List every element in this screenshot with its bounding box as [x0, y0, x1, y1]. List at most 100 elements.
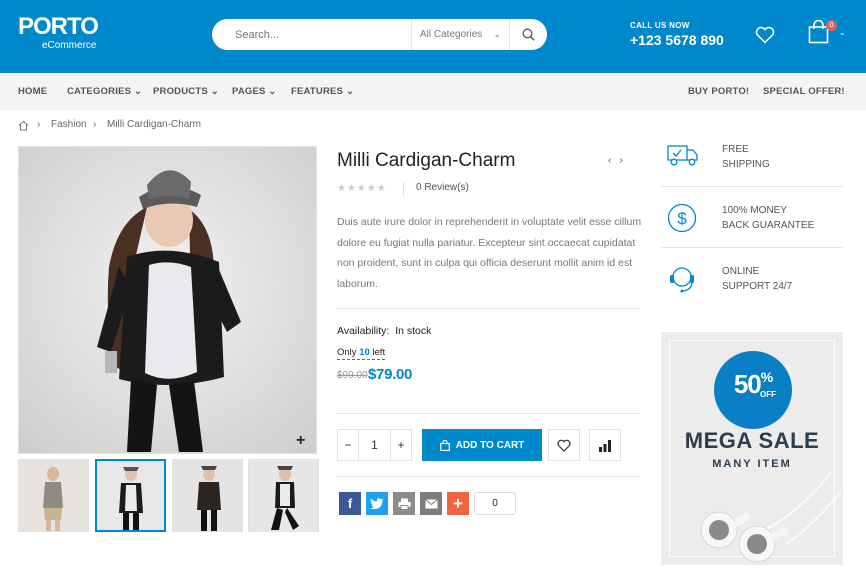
promo-title: MEGA SALE [684, 428, 820, 453]
price: $79.00 [368, 366, 413, 383]
bar-chart-icon [599, 439, 611, 452]
nav-item-special-offer[interactable]: SPECIAL OFFER! [763, 73, 845, 110]
divider [661, 186, 843, 187]
dollar-icon: $ [667, 203, 697, 233]
chevron-down-icon: ⌄ [133, 86, 143, 97]
home-icon[interactable] [18, 120, 29, 134]
feature-free-shipping: FREE SHIPPING [661, 142, 843, 203]
earphones-image [700, 472, 842, 563]
availability-label: Availability: [337, 325, 390, 337]
call-us: CALL US NOW +123 5678 890 [630, 21, 724, 48]
feature-text: 100% MONEY BACK GUARANTEE [722, 203, 814, 233]
discount-percent: 50% [714, 369, 792, 400]
breadcrumb-separator-icon: › [37, 119, 41, 130]
category-select-value: All Categories [420, 29, 483, 40]
chevron-down-icon: ⌄ [268, 86, 277, 97]
headset-icon [670, 267, 694, 293]
quantity-minus-button[interactable]: − [338, 430, 359, 460]
rating-stars: ★★★★★ [337, 183, 387, 194]
call-label: CALL US NOW [630, 21, 690, 30]
feature-line: 100% MONEY [722, 205, 788, 216]
facebook-share-button[interactable]: f [339, 492, 361, 515]
mega-sale-banner[interactable]: 50% OFF MEGA SALE MANY ITEM [661, 332, 843, 565]
discount-off: OFF [760, 390, 776, 399]
cart-count-badge: 0 [826, 20, 837, 31]
divider [403, 182, 404, 196]
heart-icon [755, 26, 775, 44]
feature-line: ONLINE [722, 266, 760, 277]
search-icon [522, 28, 535, 41]
breadcrumb-link[interactable]: Fashion [51, 119, 87, 130]
quantity-plus-button[interactable]: + [390, 430, 411, 460]
percent-sign: % [760, 369, 773, 385]
nav-item-label: FEATURES [291, 86, 344, 97]
logo-text: PORTO [18, 13, 99, 40]
product-thumbnail-active[interactable] [95, 459, 166, 532]
prev-product-icon[interactable]: ‹ [608, 155, 619, 166]
discount-badge: 50% OFF [714, 351, 792, 429]
search-input[interactable] [235, 20, 433, 49]
product-thumbnail[interactable] [248, 459, 319, 532]
availability-value: In stock [395, 325, 432, 337]
product-photo [19, 147, 316, 453]
review-count[interactable]: 0 Review(s) [416, 182, 469, 193]
stock-left-prefix: Only [337, 347, 357, 358]
stock-left-suffix: left [372, 347, 386, 358]
feature-text: ONLINE SUPPORT 24/7 [722, 264, 792, 294]
product-thumbnail[interactable] [172, 459, 243, 532]
more-share-button[interactable]: + [447, 492, 469, 515]
search-button[interactable] [510, 19, 547, 50]
feature-text: FREE SHIPPING [722, 142, 770, 172]
site-header: PORTO eCommerce All Categories ⌄ CALL US… [0, 0, 866, 73]
chevron-down-icon: ⌄ [493, 29, 501, 39]
compare-button[interactable] [589, 429, 621, 461]
chevron-down-icon: ⌄ [210, 86, 219, 97]
facebook-icon: f [347, 496, 353, 511]
promo-subtitle: MANY ITEM [712, 458, 792, 470]
zoom-plus-icon[interactable]: + [296, 432, 305, 450]
phone-number[interactable]: +123 5678 890 [630, 32, 724, 48]
availability: Availability: In stock [337, 325, 431, 337]
chevron-down-icon[interactable]: ⌄ [839, 28, 846, 37]
chevron-down-icon: ⌄ [345, 86, 355, 97]
twitter-share-button[interactable] [366, 492, 388, 515]
quantity-stepper: − 1 + [337, 429, 412, 461]
product-thumbnail[interactable] [18, 459, 89, 532]
quantity-input[interactable]: 1 [359, 430, 390, 460]
heart-icon [557, 439, 571, 452]
add-to-cart-button[interactable]: ADD TO CART [422, 429, 542, 461]
share-count: 0 [474, 492, 516, 515]
shopping-bag-icon [439, 439, 450, 451]
feature-line: FREE [722, 144, 749, 155]
nav-item-label: CATEGORIES [67, 86, 132, 97]
feature-line: BACK GUARANTEE [722, 220, 815, 231]
nav-item-products[interactable]: PRODUCTS ⌄ [153, 73, 219, 110]
logo[interactable]: PORTO eCommerce [18, 13, 99, 52]
nav-item-categories[interactable]: CATEGORIES ⌄ [67, 73, 142, 110]
nav-item-home[interactable]: HOME [18, 73, 47, 110]
nav-item-pages[interactable]: PAGES ⌄ [232, 73, 277, 110]
next-product-icon[interactable]: › [619, 155, 630, 166]
printer-icon [398, 498, 410, 510]
stock-left: Only 10 left [337, 347, 386, 360]
email-share-button[interactable] [420, 492, 442, 515]
envelope-icon [424, 498, 438, 508]
nav-item-features[interactable]: FEATURES ⌄ [291, 73, 354, 110]
feature-line: SUPPORT 24/7 [722, 281, 793, 292]
breadcrumb-separator-icon: › [93, 119, 97, 130]
nav-item-buy-porto[interactable]: BUY PORTO! [688, 73, 749, 110]
breadcrumb-current: Milli Cardigan-Charm [107, 119, 201, 130]
feature-money-back: $ 100% MONEY BACK GUARANTEE [661, 203, 843, 264]
wishlist-button[interactable] [755, 26, 775, 49]
search-bar: All Categories ⌄ [212, 19, 547, 50]
add-to-wishlist-button[interactable] [548, 429, 580, 461]
plus-icon: + [453, 493, 463, 513]
divider [337, 308, 639, 309]
divider [337, 476, 639, 477]
discount-number: 50 [733, 369, 762, 399]
stock-left-count: 10 [359, 347, 370, 358]
divider [337, 413, 639, 414]
print-button[interactable] [393, 492, 415, 515]
product-main-image[interactable] [18, 146, 317, 454]
category-select[interactable]: All Categories ⌄ [411, 19, 510, 50]
